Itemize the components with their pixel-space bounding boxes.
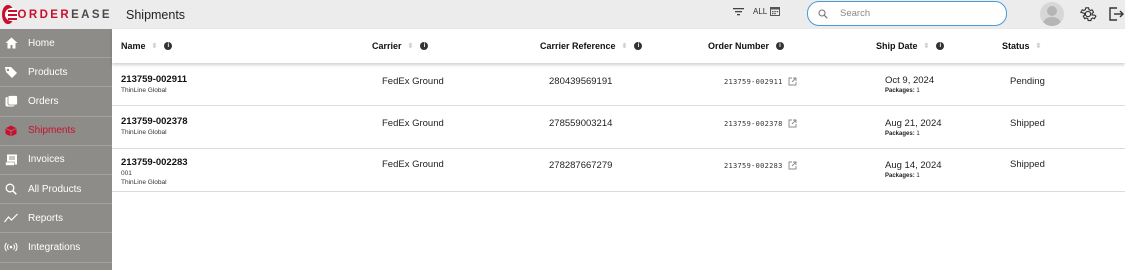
carrier: FedEx Ground	[382, 76, 444, 87]
info-icon[interactable]: i	[164, 42, 173, 50]
page-title: Shipments	[126, 7, 186, 22]
column-header-order-number[interactable]: Order Number i	[708, 41, 785, 51]
carrier-reference: 278287667279	[549, 160, 613, 171]
sidebar: Home Products Orders Shipments Invoices …	[0, 29, 112, 270]
order-number-link[interactable]: 213759-002911	[724, 77, 797, 86]
sidebar-item-label: Integrations	[28, 241, 81, 253]
carrier-reference: 278559003214	[549, 118, 613, 129]
table-row[interactable]: 213759-002911 ThinLine Global FedEx Grou…	[112, 63, 1125, 106]
search-icon	[818, 8, 828, 19]
sort-icon[interactable]: ⬍	[924, 43, 930, 50]
orderease-logo[interactable]: ORDEREASE	[0, 5, 112, 24]
external-link-icon[interactable]	[788, 77, 797, 86]
column-header-name[interactable]: Name ⬍ i	[121, 41, 173, 51]
sidebar-item-label: Reports	[28, 212, 64, 224]
carrier: FedEx Ground	[382, 118, 444, 129]
ship-date: Oct 9, 2024	[885, 75, 935, 86]
sort-icon[interactable]: ⬍	[152, 43, 158, 50]
shipment-name[interactable]: 213759-002911	[121, 74, 187, 85]
sort-icon[interactable]: ⬍	[1036, 43, 1042, 50]
chart-line-icon	[4, 213, 18, 223]
company-name: ThinLine Global	[121, 179, 167, 186]
user-avatar[interactable]	[1040, 2, 1064, 26]
info-icon[interactable]: i	[420, 42, 429, 50]
sidebar-item-shipments[interactable]: Shipments	[0, 116, 112, 146]
info-icon[interactable]: i	[936, 42, 945, 50]
packages-count: Packages: 1	[885, 131, 920, 137]
sidebar-item-home[interactable]: Home	[0, 29, 112, 59]
sidebar-item-label: Shipments	[28, 125, 76, 137]
box-icon	[5, 125, 17, 137]
sidebar-item-label: All Products	[28, 183, 82, 195]
orders-icon	[5, 95, 18, 107]
packages-count: Packages: 1	[885, 88, 920, 94]
ship-date: Aug 21, 2024	[885, 118, 942, 129]
external-link-icon[interactable]	[788, 161, 797, 170]
shipment-name[interactable]: 213759-002283	[121, 157, 188, 168]
sidebar-item-integrations[interactable]: Integrations	[0, 233, 112, 263]
info-icon[interactable]: i	[776, 42, 785, 50]
brand-name: ORDEREASE	[17, 8, 112, 21]
packages-count: Packages: 1	[885, 173, 920, 179]
filter-label: ALL	[753, 6, 768, 16]
info-icon[interactable]: i	[634, 42, 643, 50]
filter-icon	[733, 7, 744, 15]
sort-icon[interactable]: ⬍	[622, 43, 628, 50]
sort-icon[interactable]: ⬍	[408, 43, 414, 50]
search-placeholder: Search	[840, 8, 871, 19]
column-header-status[interactable]: Status ⬍	[1002, 41, 1041, 51]
sidebar-item-products[interactable]: Products	[0, 58, 112, 88]
external-link-icon[interactable]	[788, 119, 797, 128]
column-header-ship-date[interactable]: Ship Date ⬍ i	[876, 41, 945, 51]
company-name: ThinLine Global	[121, 87, 167, 94]
sidebar-item-reports[interactable]: Reports	[0, 204, 112, 234]
column-header-carrier[interactable]: Carrier ⬍ i	[372, 41, 429, 51]
status-text: Shipped	[1010, 159, 1045, 170]
status-text: Pending	[1010, 76, 1045, 87]
carrier-reference: 280439569191	[549, 76, 613, 87]
top-bar: ORDEREASE Shipments ALL Search	[0, 0, 1125, 29]
sidebar-item-orders[interactable]: Orders	[0, 87, 112, 117]
search-input[interactable]: Search	[807, 1, 1007, 26]
signal-icon	[4, 243, 18, 252]
home-icon	[5, 37, 17, 49]
tag-icon	[5, 67, 17, 79]
sidebar-item-invoices[interactable]: Invoices	[0, 146, 112, 175]
ship-date: Aug 14, 2024	[885, 160, 942, 171]
table-row[interactable]: 213759-002283 001 ThinLine Global FedEx …	[112, 149, 1125, 192]
order-number-link[interactable]: 213759-002283	[724, 161, 797, 170]
sidebar-item-label: Products	[28, 66, 68, 78]
calendar-icon[interactable]	[770, 6, 781, 16]
sidebar-item-label: Home	[28, 37, 55, 49]
table-row[interactable]: 213759-002378 ThinLine Global FedEx Grou…	[112, 106, 1125, 149]
filter-control[interactable]: ALL	[733, 6, 781, 16]
column-header-carrier-reference[interactable]: Carrier Reference ⬍ i	[540, 41, 643, 51]
status-text: Shipped	[1010, 118, 1045, 129]
shipments-table: Name ⬍ i Carrier ⬍ i Carrier Reference ⬍ i Ord…	[112, 29, 1125, 270]
table-header: Name ⬍ i Carrier ⬍ i Carrier Reference ⬍ i Ord…	[112, 29, 1125, 63]
sidebar-item-all-products[interactable]: All Products	[0, 175, 112, 205]
search-icon	[5, 183, 17, 195]
company-name: ThinLine Global	[121, 129, 167, 136]
sidebar-item-label: Invoices	[28, 154, 65, 166]
carrier: FedEx Ground	[382, 159, 444, 170]
shipment-name[interactable]: 213759-002378	[121, 116, 188, 127]
name-suffix: 001	[121, 170, 132, 177]
logout-icon[interactable]	[1108, 6, 1124, 22]
sidebar-item-label: Orders	[28, 95, 59, 107]
order-number-link[interactable]: 213759-002378	[724, 119, 797, 128]
logo-mark-icon	[2, 5, 18, 24]
gear-icon[interactable]	[1079, 5, 1097, 23]
invoice-icon	[4, 154, 17, 166]
